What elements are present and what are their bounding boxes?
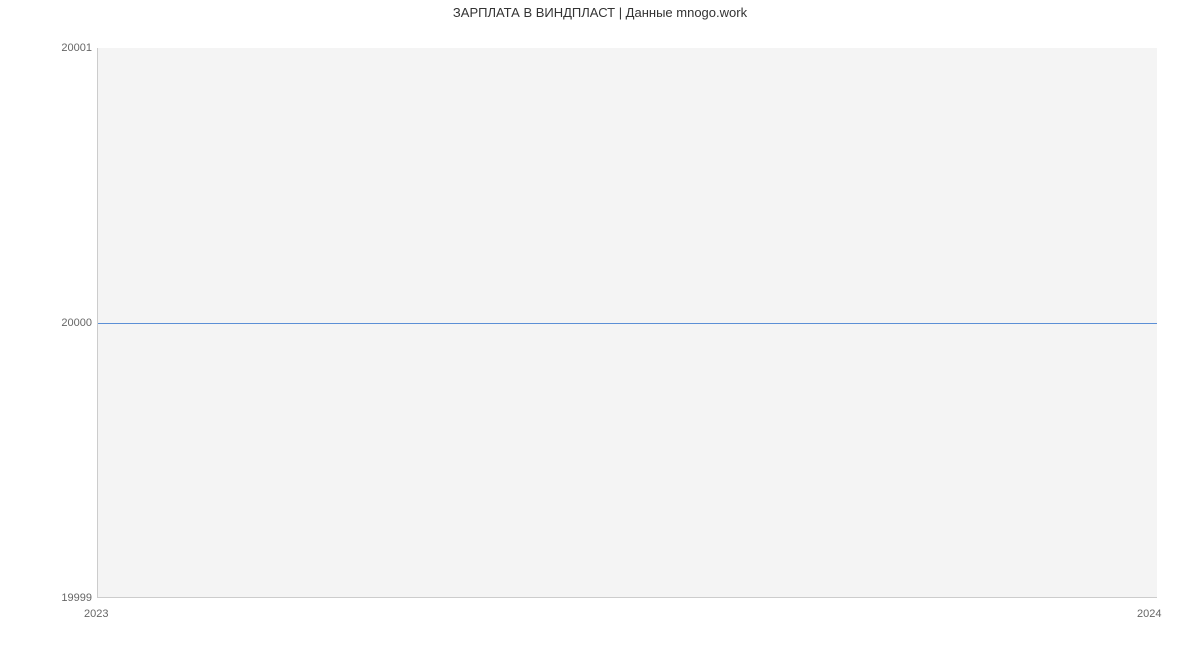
- x-tick-left: 2023: [84, 608, 108, 620]
- y-tick-mid: 20000: [61, 317, 92, 329]
- y-tick-bot: 19999: [61, 592, 92, 604]
- chart-title: ЗАРПЛАТА В ВИНДПЛАСТ | Данные mnogo.work: [0, 0, 1200, 20]
- y-tick-top: 20001: [61, 42, 92, 54]
- data-line: [98, 323, 1157, 325]
- plot-area: [97, 48, 1157, 598]
- x-tick-right: 2024: [1137, 608, 1161, 620]
